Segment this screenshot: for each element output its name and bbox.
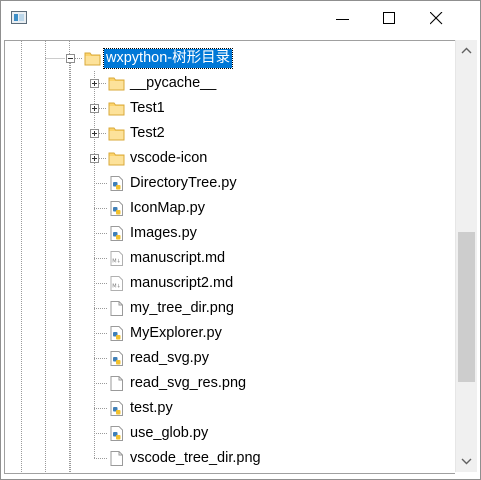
tree-node[interactable]: vscode-icon xyxy=(5,146,455,171)
tree-node-label[interactable]: test.py xyxy=(128,399,175,418)
svg-text:M↓: M↓ xyxy=(112,259,121,265)
tree-node[interactable]: test.py xyxy=(5,396,455,421)
directory-tree[interactable]: wxpython-树形目录 __pycache__ Test1 Test2 vscode… xyxy=(4,40,455,474)
tree-node-label[interactable]: IconMap.py xyxy=(128,199,207,218)
folder-icon xyxy=(108,150,125,167)
tree-node-label[interactable]: vscode_tree_dir.png xyxy=(128,449,263,468)
python-file-icon xyxy=(108,400,125,417)
tree-node-label[interactable]: Images.py xyxy=(128,224,199,243)
tree-node[interactable]: read_svg_res.png xyxy=(5,371,455,396)
chevron-down-icon xyxy=(461,458,472,465)
tree-node-label[interactable]: MyExplorer.py xyxy=(128,324,224,343)
tree-node[interactable]: Test2 xyxy=(5,121,455,146)
chevron-up-icon xyxy=(461,47,472,54)
file-icon xyxy=(108,375,125,392)
folder-icon xyxy=(84,50,101,67)
collapse-icon[interactable] xyxy=(66,54,75,63)
tree-node-label[interactable]: read_svg.py xyxy=(128,349,211,368)
tree-node-label[interactable]: read_svg_res.png xyxy=(128,374,248,393)
tree-node-label[interactable]: my_tree_dir.png xyxy=(128,299,236,318)
expand-icon[interactable] xyxy=(90,104,99,113)
tree-node[interactable]: Images.py xyxy=(5,221,455,246)
tree-node-label[interactable]: manuscript.md xyxy=(128,249,227,268)
svg-text:M↓: M↓ xyxy=(112,284,121,290)
tree-node-label[interactable]: vscode-icon xyxy=(128,149,209,168)
tree-node[interactable]: use_glob.py xyxy=(5,421,455,446)
vertical-scrollbar[interactable] xyxy=(455,40,477,472)
app-window-icon[interactable] xyxy=(11,11,27,24)
close-icon xyxy=(430,12,443,25)
maximize-icon xyxy=(383,12,395,24)
tree-node-label[interactable]: __pycache__ xyxy=(128,74,218,93)
tree-node-label[interactable]: wxpython-树形目录 xyxy=(102,48,234,69)
python-file-icon xyxy=(108,225,125,242)
expand-icon[interactable] xyxy=(90,154,99,163)
tree-node[interactable]: __pycache__ xyxy=(5,71,455,96)
scroll-up-button[interactable] xyxy=(456,40,477,61)
tree-node[interactable]: DirectoryTree.py xyxy=(5,171,455,196)
scrollbar-thumb[interactable] xyxy=(458,232,475,382)
folder-icon xyxy=(108,75,125,92)
maximize-button[interactable] xyxy=(367,1,413,37)
tree-node-label[interactable]: DirectoryTree.py xyxy=(128,174,239,193)
file-icon xyxy=(108,450,125,467)
python-file-icon xyxy=(108,175,125,192)
tree-node[interactable]: vscode_tree_dir.png xyxy=(5,446,455,471)
folder-icon xyxy=(108,125,125,142)
minimize-icon xyxy=(336,19,349,20)
tree-node[interactable]: read_svg.py xyxy=(5,346,455,371)
python-file-icon xyxy=(108,325,125,342)
scroll-down-button[interactable] xyxy=(456,451,477,472)
tree-node[interactable]: Test1 xyxy=(5,96,455,121)
python-file-icon xyxy=(108,425,125,442)
title-bar[interactable] xyxy=(1,1,480,37)
file-icon xyxy=(108,300,125,317)
tree-node-label[interactable]: use_glob.py xyxy=(128,424,210,443)
close-button[interactable] xyxy=(414,1,460,37)
markdown-file-icon: M↓ xyxy=(108,275,125,292)
python-file-icon xyxy=(108,350,125,367)
markdown-file-icon: M↓ xyxy=(108,250,125,267)
expand-icon[interactable] xyxy=(90,129,99,138)
tree-node-label[interactable]: Test2 xyxy=(128,124,167,143)
minimize-button[interactable] xyxy=(320,1,366,37)
tree-node-label[interactable]: manuscript2.md xyxy=(128,274,235,293)
tree-node[interactable]: IconMap.py xyxy=(5,196,455,221)
tree-node[interactable]: MyExplorer.py xyxy=(5,321,455,346)
folder-icon xyxy=(108,100,125,117)
tree-node-label[interactable]: Test1 xyxy=(128,99,167,118)
tree-node[interactable]: M↓ manuscript2.md xyxy=(5,271,455,296)
tree-node[interactable]: M↓ manuscript.md xyxy=(5,246,455,271)
python-file-icon xyxy=(108,200,125,217)
tree-node[interactable]: my_tree_dir.png xyxy=(5,296,455,321)
tree-node-root[interactable]: wxpython-树形目录 xyxy=(5,46,455,71)
expand-icon[interactable] xyxy=(90,79,99,88)
